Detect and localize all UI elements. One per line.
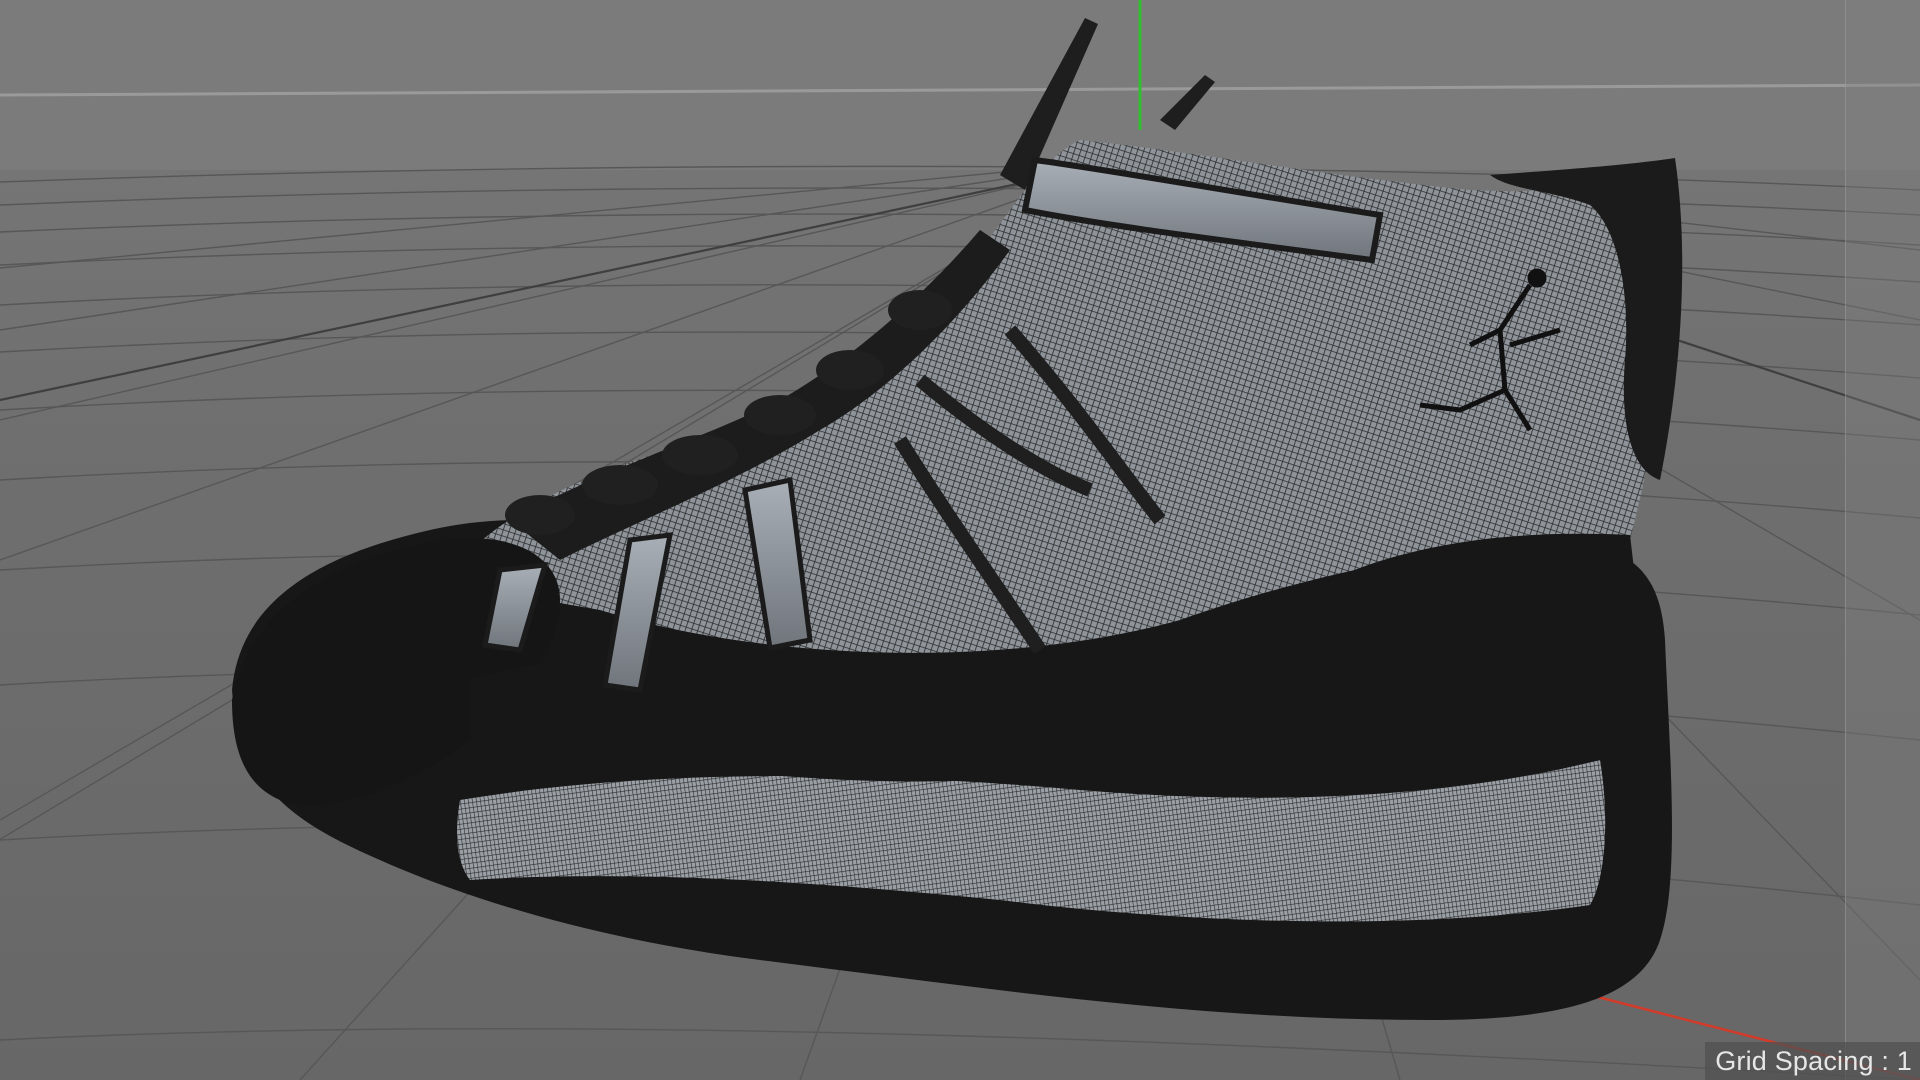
viewport-scene[interactable] [0, 0, 1920, 1080]
grid-spacing-readout: Grid Spacing : 1 [1705, 1042, 1920, 1080]
3d-viewport[interactable]: Grid Spacing : 1 [0, 0, 1920, 1080]
viewport-right-edge [1845, 0, 1920, 1080]
